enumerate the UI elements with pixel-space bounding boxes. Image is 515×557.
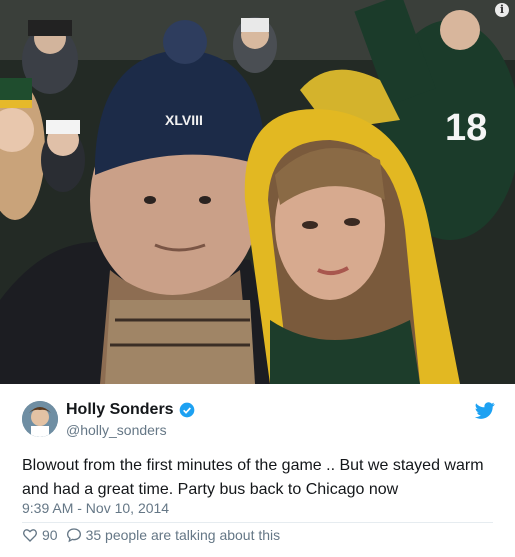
tweet-text: Blowout from the first minutes of the ga… bbox=[22, 457, 484, 498]
tweet-card: Holly Sonders @holly_sonders Blowout fro… bbox=[0, 384, 515, 557]
like-count: 90 bbox=[42, 527, 58, 543]
divider bbox=[22, 522, 493, 523]
speech-bubble-icon bbox=[66, 528, 81, 543]
tweet-photo[interactable]: 18 XLVIII i bbox=[0, 0, 515, 384]
hat-logo-text: XLVIII bbox=[165, 112, 203, 128]
photo-illustration: 18 XLVIII bbox=[0, 0, 515, 384]
info-icon[interactable]: i bbox=[495, 3, 509, 17]
conversation-button[interactable]: 35 people are talking about this bbox=[66, 527, 281, 543]
display-name-text[interactable]: Holly Sonders bbox=[66, 401, 174, 419]
heart-icon bbox=[23, 529, 37, 542]
tweet-actions: 90 35 people are talking about this bbox=[22, 527, 288, 543]
avatar[interactable] bbox=[22, 401, 58, 437]
jersey-number: 18 bbox=[445, 107, 487, 149]
twitter-bird-icon[interactable] bbox=[475, 402, 495, 419]
talking-label: 35 people are talking about this bbox=[85, 527, 281, 543]
verified-badge-icon bbox=[179, 402, 194, 418]
user-handle[interactable]: @holly_sonders bbox=[66, 422, 167, 438]
display-name[interactable]: Holly Sonders bbox=[66, 401, 195, 419]
tweet-timestamp[interactable]: 9:39 AM - Nov 10, 2014 bbox=[22, 500, 169, 516]
like-button[interactable]: 90 bbox=[22, 527, 58, 543]
